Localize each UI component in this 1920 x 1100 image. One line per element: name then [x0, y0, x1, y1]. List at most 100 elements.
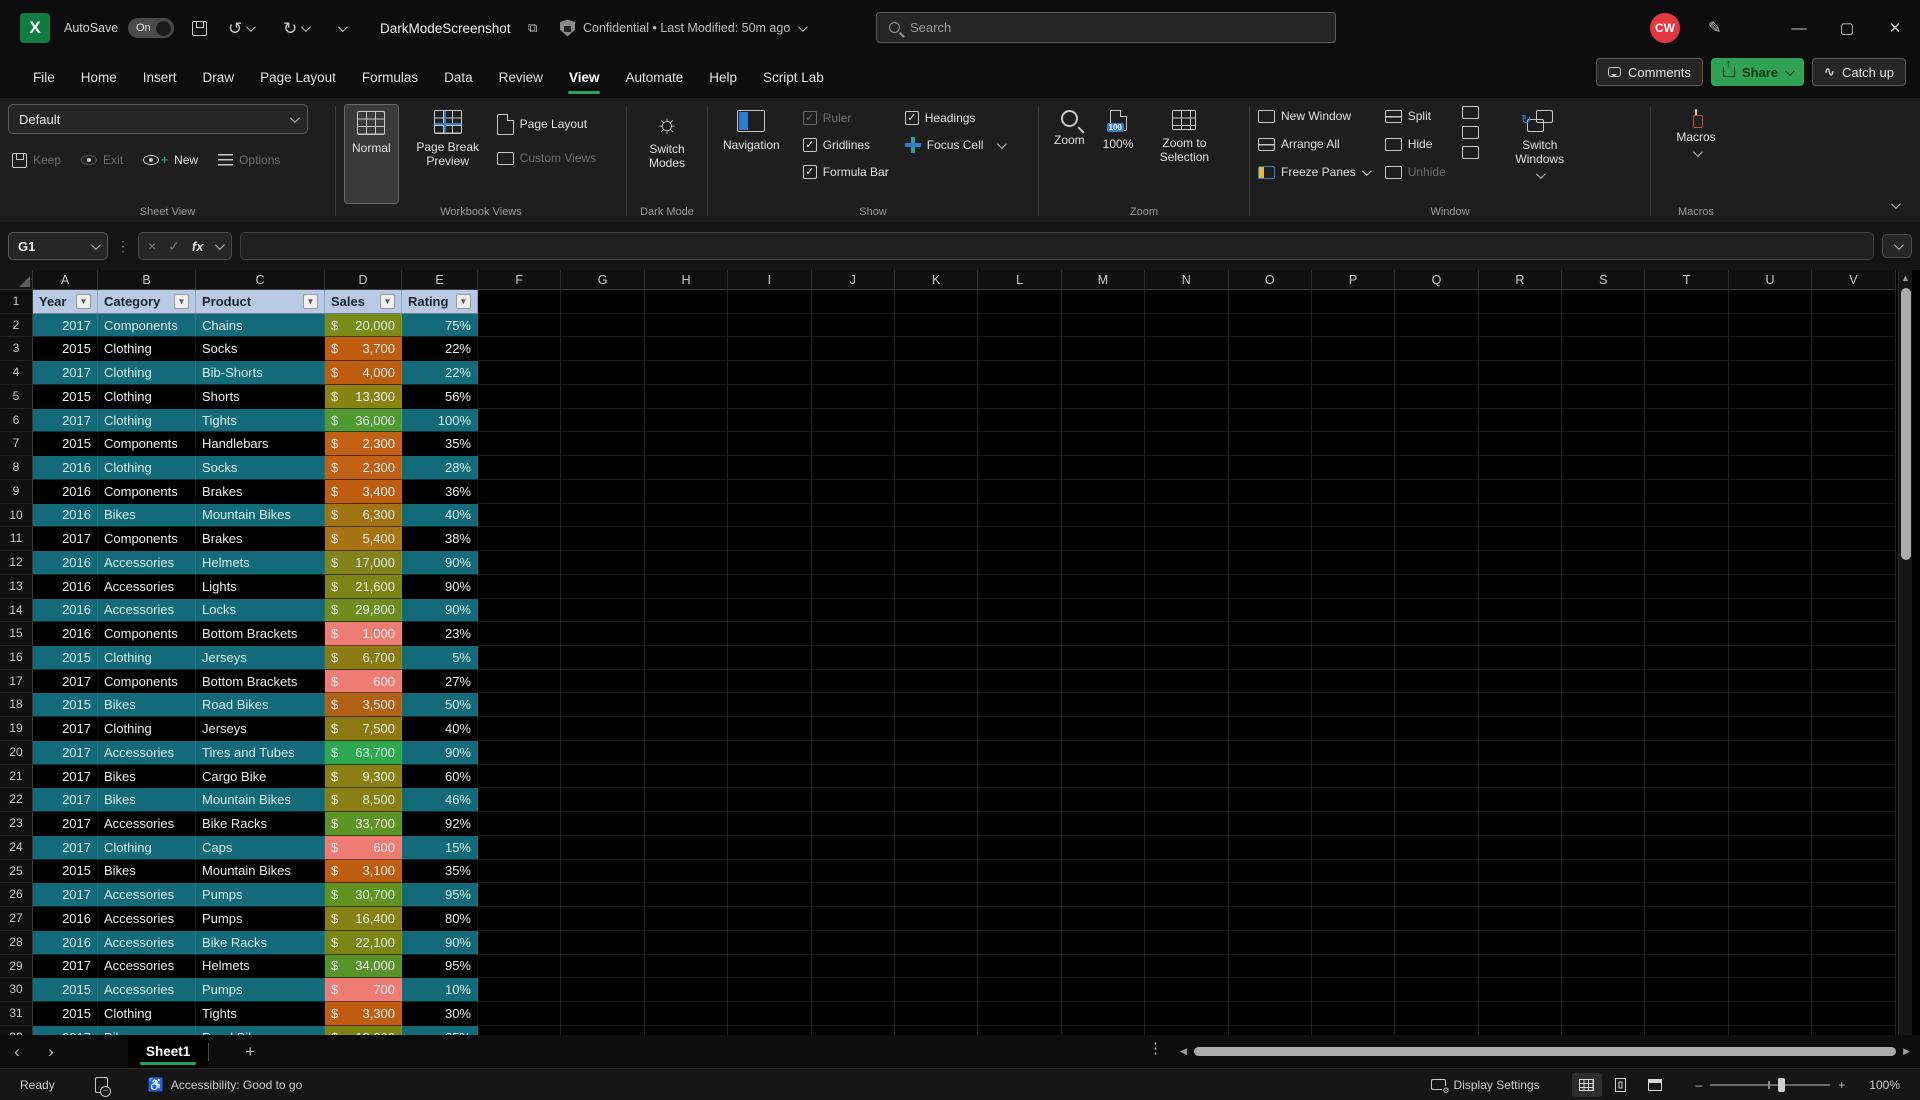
- cell-I28[interactable]: [728, 930, 812, 955]
- cell-Q13[interactable]: [1395, 574, 1479, 599]
- cell-H14[interactable]: [644, 598, 729, 623]
- cell-N17[interactable]: [1145, 669, 1229, 694]
- row-header-17[interactable]: 17: [0, 669, 33, 694]
- cell-P16[interactable]: [1311, 646, 1396, 670]
- cell-K32[interactable]: [895, 1025, 979, 1035]
- cell-L9[interactable]: [978, 479, 1062, 504]
- cell-E31[interactable]: 30%: [402, 1002, 478, 1026]
- cell-H16[interactable]: [644, 646, 729, 670]
- cell-Q3[interactable]: [1395, 337, 1479, 362]
- cell-S25[interactable]: [1562, 859, 1646, 884]
- cell-O9[interactable]: [1228, 479, 1312, 504]
- cell-G3[interactable]: [561, 337, 645, 362]
- row-header-12[interactable]: 12: [0, 551, 33, 575]
- cell-H7[interactable]: [644, 432, 729, 457]
- cell-H20[interactable]: [644, 740, 729, 765]
- cell-Q24[interactable]: [1395, 835, 1479, 860]
- cell-J20[interactable]: [811, 740, 895, 765]
- cell-K6[interactable]: [894, 408, 979, 433]
- cell-G7[interactable]: [561, 432, 645, 457]
- cell-R11[interactable]: [1478, 527, 1563, 552]
- cell-G12[interactable]: [561, 551, 645, 575]
- scroll-right-arrow[interactable]: ▶: [1898, 1046, 1910, 1057]
- cell-I3[interactable]: [728, 337, 812, 362]
- column-header-H[interactable]: H: [644, 270, 729, 290]
- page-layout-button[interactable]: Page Layout: [496, 112, 596, 136]
- cell-P31[interactable]: [1311, 1002, 1396, 1026]
- cell-U28[interactable]: [1728, 930, 1813, 955]
- cell-H15[interactable]: [644, 622, 729, 647]
- cell-D25[interactable]: $3,100: [325, 859, 402, 884]
- cell-G27[interactable]: [561, 907, 645, 931]
- cell-E18[interactable]: 50%: [402, 693, 478, 718]
- cell-O27[interactable]: [1228, 907, 1312, 931]
- row-header-6[interactable]: 6: [0, 408, 33, 433]
- cell-O25[interactable]: [1228, 859, 1312, 884]
- cell-Q18[interactable]: [1395, 693, 1479, 718]
- row-header-2[interactable]: 2: [0, 313, 33, 338]
- tab-view[interactable]: View: [556, 56, 613, 98]
- cell-B21[interactable]: Bikes: [98, 764, 196, 789]
- cell-Q6[interactable]: [1395, 408, 1479, 433]
- cell-B26[interactable]: Accessories: [98, 883, 196, 908]
- cell-I17[interactable]: [728, 669, 812, 694]
- cell-L31[interactable]: [978, 1002, 1062, 1026]
- cell-T9[interactable]: [1645, 479, 1729, 504]
- cell-P2[interactable]: [1311, 313, 1396, 338]
- cell-H4[interactable]: [644, 361, 729, 385]
- column-header-R[interactable]: R: [1478, 270, 1563, 290]
- cell-A16[interactable]: 2015: [33, 646, 98, 670]
- cell-O2[interactable]: [1228, 313, 1312, 338]
- cell-A13[interactable]: 2016: [33, 574, 98, 599]
- row-header-8[interactable]: 8: [0, 456, 33, 480]
- arrange-all-button[interactable]: Arrange All: [1258, 132, 1369, 156]
- cell-D20[interactable]: $63,700: [325, 740, 402, 765]
- cell-O14[interactable]: [1228, 598, 1312, 623]
- row-header-14[interactable]: 14: [0, 598, 33, 623]
- tab-file[interactable]: File: [20, 56, 68, 98]
- cell-R30[interactable]: [1478, 978, 1563, 1003]
- cell-J19[interactable]: [811, 717, 895, 741]
- cell-H24[interactable]: [644, 835, 729, 860]
- cell-A9[interactable]: 2016: [33, 479, 98, 504]
- cell-T7[interactable]: [1645, 432, 1729, 457]
- cell-C16[interactable]: Jerseys: [196, 646, 325, 670]
- cell-I23[interactable]: [728, 812, 812, 836]
- cell-F2[interactable]: [478, 313, 562, 338]
- cell-G13[interactable]: [561, 574, 645, 599]
- cell-N2[interactable]: [1145, 313, 1229, 338]
- tab-formulas[interactable]: Formulas: [349, 56, 431, 98]
- cell-C7[interactable]: Handlebars: [196, 432, 325, 457]
- cell-R16[interactable]: [1478, 646, 1563, 670]
- cell-C27[interactable]: Pumps: [196, 907, 325, 931]
- cell-F9[interactable]: [478, 479, 562, 504]
- cell-D16[interactable]: $6,700: [325, 646, 402, 670]
- cell-S22[interactable]: [1562, 788, 1646, 813]
- cell-E16[interactable]: 5%: [402, 646, 478, 670]
- cell-D19[interactable]: $7,500: [325, 717, 402, 741]
- cell-F13[interactable]: [478, 574, 562, 599]
- cell-P28[interactable]: [1311, 930, 1396, 955]
- cell-T32[interactable]: [1645, 1025, 1729, 1035]
- column-headers[interactable]: ABCDEFGHIJKLMNOPQRSTUV: [0, 270, 1920, 290]
- cell-R3[interactable]: [1478, 337, 1563, 362]
- cell-P11[interactable]: [1311, 527, 1396, 552]
- cell-C17[interactable]: Bottom Brackets: [196, 669, 325, 694]
- cell-Q21[interactable]: [1395, 764, 1479, 789]
- cell-S8[interactable]: [1562, 456, 1646, 480]
- spreadsheet-grid[interactable]: ABCDEFGHIJKLMNOPQRSTUV 1 Year ▼ Category ▼ Pr…: [0, 270, 1920, 1035]
- cell-D6[interactable]: $36,000: [325, 408, 402, 433]
- enter-icon[interactable]: ✓: [168, 238, 180, 255]
- cell-O20[interactable]: [1228, 740, 1312, 765]
- cell-D4[interactable]: $4,000: [325, 361, 402, 385]
- cell-J1[interactable]: [811, 290, 895, 314]
- cell-R7[interactable]: [1478, 432, 1563, 457]
- cell-U6[interactable]: [1728, 408, 1813, 433]
- cell-B22[interactable]: Bikes: [98, 788, 196, 813]
- cell-M10[interactable]: [1061, 503, 1146, 528]
- cell-G19[interactable]: [561, 717, 645, 741]
- cell-H3[interactable]: [644, 337, 729, 362]
- cell-T10[interactable]: [1645, 503, 1729, 528]
- cell-F5[interactable]: [478, 384, 562, 409]
- cell-I16[interactable]: [728, 646, 812, 670]
